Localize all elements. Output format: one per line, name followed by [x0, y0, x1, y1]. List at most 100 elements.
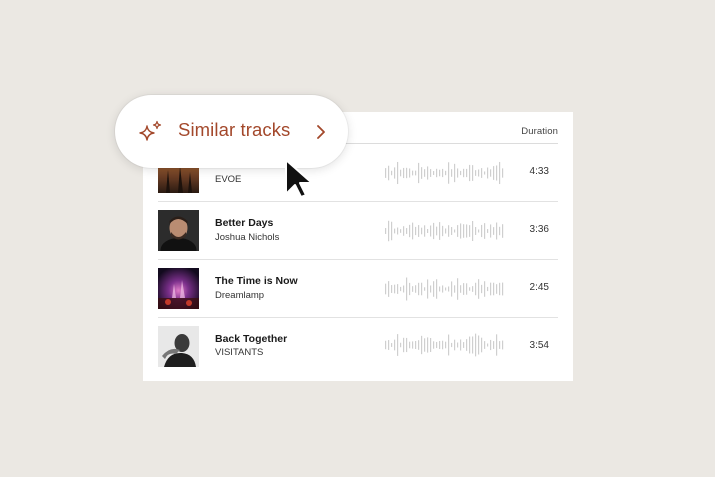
waveform-bar: [385, 168, 387, 178]
waveform-bar: [430, 225, 432, 237]
waveform-bar: [484, 223, 486, 239]
waveform-bar: [502, 224, 504, 238]
waveform-bar: [472, 165, 474, 181]
waveform-bar: [400, 169, 402, 177]
waveform-bar: [427, 166, 429, 180]
waveform-bar: [415, 285, 417, 293]
waveform-bar: [397, 161, 399, 185]
waveform-bar: [457, 342, 459, 348]
track-artist: Dreamlamp: [215, 290, 265, 301]
waveform-bar: [478, 279, 480, 299]
waveform-bar: [421, 167, 423, 179]
waveform-bar: [421, 335, 423, 355]
waveform-bar: [451, 342, 453, 348]
waveform-bar: [412, 170, 414, 176]
waveform-bar: [493, 227, 495, 235]
waveform-bar: [487, 286, 489, 292]
waveform-bar: [448, 334, 450, 356]
waveform-bar: [487, 343, 489, 347]
waveform-bar: [400, 286, 402, 292]
waveform-bar: [424, 287, 426, 291]
waveform-bar: [433, 341, 435, 349]
waveform-bar: [445, 228, 447, 234]
waveform-bar: [493, 341, 495, 349]
track-title: Better Days: [215, 217, 274, 229]
waveform-bar: [481, 224, 483, 238]
waveform-bar: [454, 339, 456, 351]
waveform-bar: [466, 224, 468, 238]
waveform-bar: [487, 229, 489, 233]
waveform-bar: [469, 164, 471, 182]
track-row[interactable]: Back Together VISITANTS 3:54: [158, 318, 558, 370]
waveform-bar: [442, 340, 444, 350]
waveform-bar: [460, 223, 462, 239]
waveform-bar: [385, 228, 387, 234]
waveform-bar: [412, 286, 414, 292]
waveform-bar: [475, 333, 477, 357]
waveform-bar: [385, 340, 387, 350]
album-cover: [158, 326, 199, 367]
waveform-bar: [421, 227, 423, 235]
waveform-bar: [451, 169, 453, 177]
waveform-bar: [424, 338, 426, 352]
waveform-bar: [403, 337, 405, 353]
waveform-bar: [394, 228, 396, 234]
waveform-bar: [466, 168, 468, 178]
waveform-bar: [409, 282, 411, 296]
waveform-bar: [412, 222, 414, 240]
waveform-bar: [403, 285, 405, 293]
waveform-bar: [391, 170, 393, 176]
waveform-bar: [418, 225, 420, 237]
waveform-bar: [436, 341, 438, 349]
waveform-bar: [454, 163, 456, 183]
waveform-bar: [490, 224, 492, 238]
waveform-bar: [448, 162, 450, 184]
waveform-bar: [466, 339, 468, 351]
waveform-bar: [394, 339, 396, 351]
track-row[interactable]: Better Days Joshua Nichols 3:36: [158, 202, 558, 260]
waveform-bar: [478, 335, 480, 355]
waveform-bar: [397, 334, 399, 356]
waveform-bar: [436, 226, 438, 236]
waveform-bar: [430, 169, 432, 177]
track-duration: 3:54: [529, 340, 549, 351]
waveform-bar: [445, 287, 447, 291]
waveform[interactable]: [384, 332, 504, 358]
waveform[interactable]: [384, 218, 504, 244]
waveform-bar: [418, 282, 420, 296]
waveform-bar: [475, 282, 477, 296]
waveform-bar: [460, 170, 462, 176]
track-row[interactable]: The Time is Now Dreamlamp 2:45: [158, 260, 558, 318]
waveform-bar: [439, 286, 441, 292]
waveform-bar: [397, 227, 399, 235]
waveform-bar: [445, 170, 447, 176]
waveform[interactable]: [384, 160, 504, 186]
waveform-bar: [436, 168, 438, 178]
waveform-bar: [397, 284, 399, 294]
waveform-bar: [415, 170, 417, 176]
waveform-bar: [499, 226, 501, 236]
similar-tracks-label: Similar tracks: [178, 119, 291, 140]
waveform-bar: [391, 285, 393, 293]
waveform-bar: [415, 226, 417, 236]
waveform-bar: [454, 285, 456, 293]
waveform-bar: [469, 336, 471, 354]
waveform-bar: [406, 167, 408, 179]
waveform[interactable]: [384, 276, 504, 302]
waveform-bar: [406, 337, 408, 353]
album-cover: [158, 268, 199, 309]
waveform-bar: [385, 283, 387, 295]
waveform-bar: [481, 337, 483, 353]
waveform-bar: [442, 168, 444, 178]
waveform-bar: [466, 283, 468, 295]
track-duration: 4:33: [529, 166, 549, 177]
waveform-bar: [403, 167, 405, 179]
waveform-bar: [448, 225, 450, 237]
waveform-bar: [394, 284, 396, 294]
waveform-bar: [496, 222, 498, 240]
waveform-bar: [478, 169, 480, 177]
waveform-bar: [475, 170, 477, 176]
waveform-bar: [484, 341, 486, 349]
waveform-bar: [409, 341, 411, 349]
waveform-bar: [394, 167, 396, 179]
